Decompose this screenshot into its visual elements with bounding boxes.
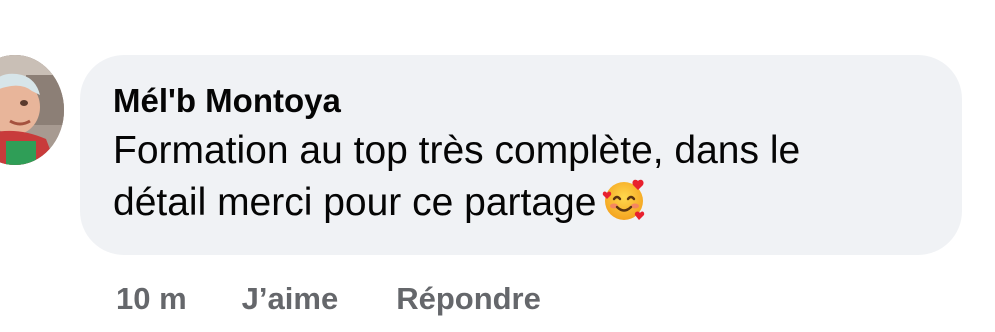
comment-timestamp[interactable]: 10 m: [116, 280, 187, 318]
comment-author[interactable]: Mél'b Montoya: [113, 81, 928, 121]
comment: Mél'b Montoya Formation au top très comp…: [0, 0, 995, 332]
reply-button[interactable]: Répondre: [396, 280, 541, 318]
comment-text: Formation au top très complète, dans le …: [113, 125, 923, 237]
comment-text-line-2-content: détail merci pour ce partage: [113, 181, 597, 224]
avatar-photo: [0, 55, 64, 165]
comment-actions: 10 m J’aime Répondre: [116, 280, 541, 318]
like-button[interactable]: J’aime: [242, 280, 339, 318]
smiling-face-with-hearts-icon: [602, 177, 648, 237]
comment-text-line-2: détail merci pour ce partage: [113, 177, 923, 237]
comment-text-line-1: Formation au top très complète, dans le: [113, 129, 801, 172]
comment-bubble: Mél'b Montoya Formation au top très comp…: [80, 55, 962, 255]
avatar[interactable]: [0, 55, 64, 165]
